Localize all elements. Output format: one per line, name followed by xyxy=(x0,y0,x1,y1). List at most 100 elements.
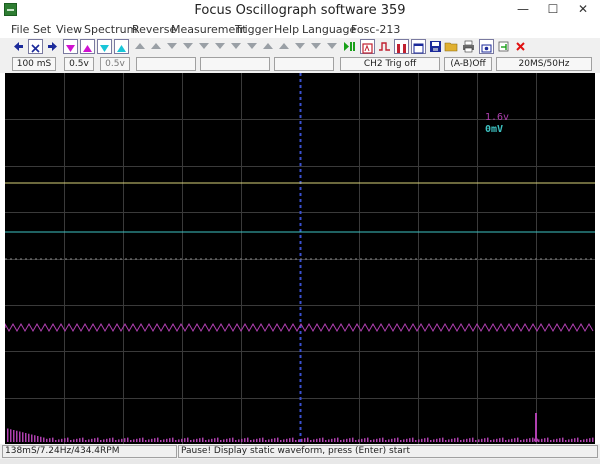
triangle-up-magenta-icon[interactable] xyxy=(80,39,95,54)
spectrum-bar xyxy=(7,428,9,442)
print-icon[interactable] xyxy=(461,39,476,54)
channels-icon[interactable] xyxy=(394,39,409,54)
spectrum-bar xyxy=(187,437,189,442)
spectrum-bar xyxy=(133,439,135,442)
spectrum-bar xyxy=(406,438,408,442)
spectrum-bar xyxy=(67,437,69,442)
ch2-volts-field[interactable]: 0.5v xyxy=(100,57,130,71)
spectrum-bar xyxy=(367,437,369,442)
window-icon[interactable] xyxy=(411,39,426,54)
save-icon[interactable] xyxy=(428,39,443,54)
spectrum-bar xyxy=(172,437,174,442)
spectrum-bar xyxy=(346,438,348,442)
spectrum-bar xyxy=(70,440,72,442)
spectrum-bar xyxy=(364,438,366,442)
spectrum-bar xyxy=(331,438,333,442)
spectrum-bar xyxy=(298,439,300,442)
spectrum-bar xyxy=(481,438,483,442)
spectrum-bar xyxy=(97,437,99,442)
triangle-down-cyan-icon[interactable] xyxy=(97,39,112,54)
spectrum-bar xyxy=(502,437,504,442)
maximize-button[interactable]: ☐ xyxy=(540,0,566,20)
spectrum-bar xyxy=(160,440,162,442)
sample-rate-status[interactable]: 20MS/50Hz xyxy=(496,57,592,71)
menu-file[interactable]: File xyxy=(11,23,29,36)
spectrum-bar xyxy=(37,436,39,442)
spectrum-bar xyxy=(139,438,141,442)
menu-language[interactable]: Language xyxy=(302,23,356,36)
spectrum-bar xyxy=(238,439,240,442)
spectrum-bar xyxy=(283,439,285,442)
spectrum-bar xyxy=(451,438,453,442)
spectrum-bar xyxy=(475,440,477,442)
menu-spectrum[interactable]: Spectrum xyxy=(84,23,137,36)
spectrum-bar xyxy=(220,440,222,442)
spectrum-bar xyxy=(400,440,402,442)
spectrum-bar xyxy=(301,438,303,442)
trigger-icon[interactable] xyxy=(377,39,392,54)
spectrum-bar xyxy=(19,431,21,442)
gray-up-icon[interactable] xyxy=(276,39,291,54)
triangle-down-magenta-icon[interactable] xyxy=(63,39,78,54)
play-pause-icon[interactable] xyxy=(341,39,356,54)
export-icon[interactable] xyxy=(496,39,511,54)
menu-help[interactable]: Help xyxy=(274,23,299,36)
timebase-field[interactable]: 100 mS xyxy=(12,57,56,71)
gray-down-icon[interactable] xyxy=(244,39,259,54)
open-folder-icon[interactable] xyxy=(444,39,459,54)
arrow-right-icon[interactable] xyxy=(45,39,60,54)
gray-up-icon[interactable] xyxy=(260,39,275,54)
gray-down-icon[interactable] xyxy=(196,39,211,54)
spectrum-bar xyxy=(505,440,507,442)
empty-field xyxy=(136,57,196,71)
spectrum-bar xyxy=(109,438,111,442)
spectrum-bar xyxy=(10,429,12,442)
spectrum-bar xyxy=(40,436,42,442)
gray-down-icon[interactable] xyxy=(308,39,323,54)
close-button[interactable]: ✕ xyxy=(570,0,596,20)
gray-down-icon[interactable] xyxy=(212,39,227,54)
trigger-status[interactable]: CH2 Trig off xyxy=(340,57,440,71)
spectrum-bar xyxy=(490,440,492,442)
gray-down-icon[interactable] xyxy=(228,39,243,54)
spectrum-bar xyxy=(325,440,327,442)
gray-up-icon[interactable] xyxy=(148,39,163,54)
spectrum-bar xyxy=(49,438,51,442)
gray-down-icon[interactable] xyxy=(292,39,307,54)
spectrum-bar xyxy=(196,438,198,442)
menu-fosc-213[interactable]: Fosc-213 xyxy=(351,23,400,36)
spectrum-bar xyxy=(388,439,390,442)
math-status[interactable]: (A-B)Off xyxy=(444,57,492,71)
spectrum-bar xyxy=(235,440,237,442)
settings-icon[interactable] xyxy=(479,39,494,54)
spectrum-bar xyxy=(322,437,324,442)
spectrum-bar xyxy=(64,438,66,442)
spectrum-bar xyxy=(157,437,159,442)
gray-down-icon[interactable] xyxy=(180,39,195,54)
close-icon[interactable] xyxy=(513,39,528,54)
oscilloscope-display[interactable]: 1.6v 0mV xyxy=(5,73,595,444)
spectrum-bar xyxy=(487,437,489,442)
spectrum-icon[interactable] xyxy=(360,39,375,54)
menu-reverse[interactable]: Reverse xyxy=(132,23,176,36)
menu-view[interactable]: View xyxy=(56,23,82,36)
spectrum-bar xyxy=(550,440,552,442)
arrow-left-icon[interactable] xyxy=(11,39,26,54)
cross-icon[interactable] xyxy=(28,39,43,54)
spectrum-bar xyxy=(355,440,357,442)
spectrum-bar xyxy=(427,437,429,442)
triangle-up-cyan-icon[interactable] xyxy=(114,39,129,54)
spectrum-bar xyxy=(256,438,258,442)
ch1-volts-field[interactable]: 0.5v xyxy=(64,57,94,71)
spectrum-bar xyxy=(271,438,273,442)
gray-down-icon[interactable] xyxy=(324,39,339,54)
menu-set[interactable]: Set xyxy=(33,23,51,36)
spectrum-bar xyxy=(586,438,588,442)
spectrum-bar xyxy=(541,438,543,442)
gray-up-icon[interactable] xyxy=(132,39,147,54)
minimize-button[interactable]: — xyxy=(510,0,536,20)
toolbar xyxy=(0,38,600,56)
spectrum-bar xyxy=(424,438,426,442)
menu-trigger[interactable]: Trigger xyxy=(235,23,273,36)
gray-down-icon[interactable] xyxy=(164,39,179,54)
